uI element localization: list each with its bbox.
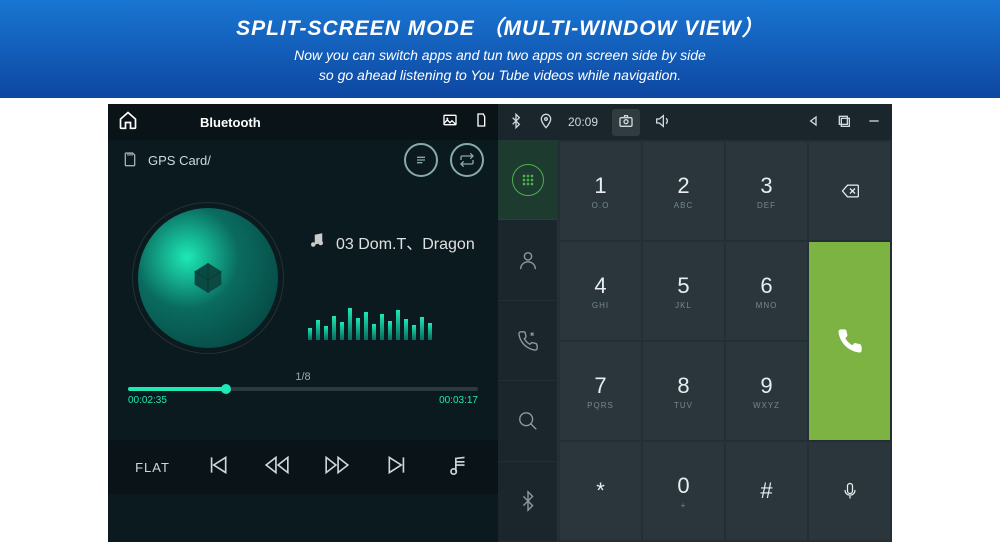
bluetooth-icon: [508, 113, 524, 132]
dialer-body: 1O.O 2ABC 3DEF 4GHI 5JKL 6MNO 7PQRS 8TUV…: [498, 140, 892, 542]
minimize-icon[interactable]: [866, 113, 882, 132]
folder-icon[interactable]: [474, 112, 490, 133]
playlist-button[interactable]: [404, 143, 438, 177]
key-3[interactable]: 3DEF: [726, 142, 807, 240]
location-icon: [538, 113, 554, 132]
sidebar-search[interactable]: [498, 381, 557, 461]
source-path[interactable]: GPS Card/: [148, 153, 211, 168]
progress-section: 1/8 00:02:35 00:03:17: [128, 371, 478, 406]
banner-subtitle: Now you can switch apps and tun two apps…: [0, 46, 1000, 85]
camera-icon[interactable]: [612, 109, 640, 136]
key-6[interactable]: 6MNO: [726, 242, 807, 340]
split-screen-container: Bluetooth GPS Card/ 03 Dom.T、Dragon: [0, 98, 1000, 548]
home-icon[interactable]: [116, 110, 140, 135]
sidebar-contacts[interactable]: [498, 220, 557, 300]
prev-track-button[interactable]: [204, 452, 230, 483]
player-header: Bluetooth: [108, 104, 498, 140]
key-7[interactable]: 7PQRS: [560, 342, 641, 440]
player-main: 03 Dom.T、Dragon 1/8 00:02:35 00:03:17: [108, 180, 498, 440]
sd-card-icon: [122, 151, 148, 170]
key-backspace[interactable]: [809, 142, 890, 240]
time-total: 00:03:17: [439, 395, 478, 406]
progress-bar[interactable]: [128, 387, 478, 391]
banner-title: SPLIT-SCREEN MODE （MULTI-WINDOW VIEW）: [0, 12, 1000, 42]
dialer-sidebar: [498, 140, 558, 542]
dialer-pane: 20:09 1O.O 2ABC 3DEF: [498, 104, 892, 542]
rewind-button[interactable]: [264, 452, 290, 483]
player-controls: FLAT: [108, 440, 498, 494]
volume-icon[interactable]: [654, 113, 670, 132]
time-current: 00:02:35: [128, 395, 167, 406]
equalizer-viz: [308, 300, 432, 340]
key-hash[interactable]: #: [726, 442, 807, 540]
sidebar-call-log[interactable]: [498, 301, 557, 381]
key-8[interactable]: 8TUV: [643, 342, 724, 440]
key-2[interactable]: 2ABC: [643, 142, 724, 240]
music-menu-button[interactable]: [445, 452, 471, 483]
recent-apps-icon[interactable]: [836, 113, 852, 132]
track-title: 03 Dom.T、Dragon: [336, 230, 475, 254]
source-row: GPS Card/: [108, 140, 498, 180]
music-player-pane: Bluetooth GPS Card/ 03 Dom.T、Dragon: [108, 104, 498, 542]
dial-pad: 1O.O 2ABC 3DEF 4GHI 5JKL 6MNO 7PQRS 8TUV…: [558, 140, 892, 542]
sidebar-dialpad[interactable]: [498, 140, 557, 220]
key-0[interactable]: 0+: [643, 442, 724, 540]
forward-button[interactable]: [324, 452, 350, 483]
track-counter: 1/8: [128, 371, 478, 383]
promo-banner: SPLIT-SCREEN MODE （MULTI-WINDOW VIEW） No…: [0, 0, 1000, 98]
header-title: Bluetooth: [200, 115, 261, 130]
clock-time: 20:09: [568, 115, 598, 129]
key-voice[interactable]: [809, 442, 890, 540]
key-5[interactable]: 5JKL: [643, 242, 724, 340]
picture-icon[interactable]: [442, 112, 458, 133]
sidebar-bluetooth[interactable]: [498, 462, 557, 542]
time-row: 00:02:35 00:03:17: [128, 395, 478, 406]
key-1[interactable]: 1O.O: [560, 142, 641, 240]
next-track-button[interactable]: [385, 452, 411, 483]
key-9[interactable]: 9WXYZ: [726, 342, 807, 440]
repeat-button[interactable]: [450, 143, 484, 177]
status-bar: 20:09: [498, 104, 892, 140]
eq-mode[interactable]: FLAT: [135, 460, 170, 475]
back-nav-icon[interactable]: [806, 113, 822, 132]
key-call[interactable]: [809, 242, 890, 440]
track-title-row: 03 Dom.T、Dragon: [308, 230, 475, 254]
music-note-icon: [308, 231, 326, 254]
key-star[interactable]: *: [560, 442, 641, 540]
album-art: [138, 208, 278, 348]
key-4[interactable]: 4GHI: [560, 242, 641, 340]
